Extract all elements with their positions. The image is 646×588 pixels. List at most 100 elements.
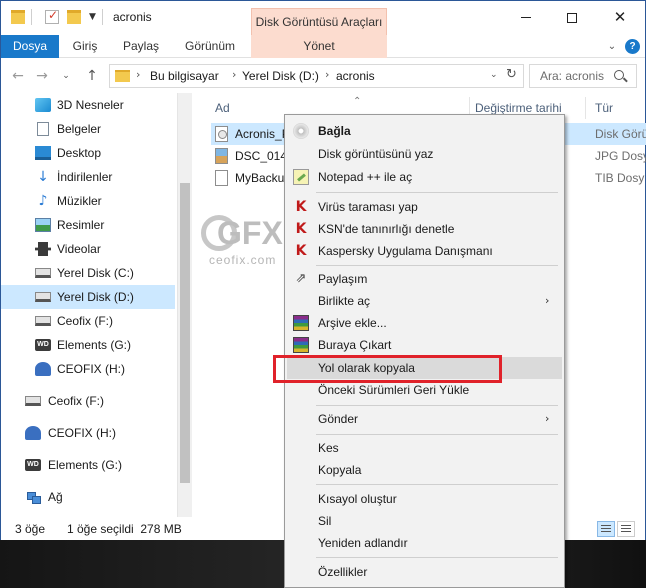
notepadpp-icon xyxy=(293,169,309,185)
menu-label: Sil xyxy=(318,514,332,528)
nav-item-videos[interactable]: Videolar xyxy=(1,237,175,261)
maximize-icon xyxy=(567,12,577,23)
nav-item-drive-h[interactable]: CEOFIX (H:) xyxy=(1,357,175,381)
menu-item-mount[interactable]: Bağla xyxy=(287,120,562,142)
close-button[interactable]: ✕ xyxy=(597,1,643,33)
context-menu: Bağla Disk görüntüsünü yaz Notepad ++ il… xyxy=(284,114,565,588)
winrar-icon xyxy=(293,337,309,353)
menu-item-cut[interactable]: Kes xyxy=(287,437,562,459)
network-icon xyxy=(25,490,41,504)
nav-label: Ağ xyxy=(48,490,63,504)
item-count: 3 öğe xyxy=(15,522,46,536)
forward-icon[interactable]: → xyxy=(33,67,51,85)
menu-item-extract-here[interactable]: Buraya Çıkart xyxy=(287,334,562,356)
details-view-icon[interactable] xyxy=(597,521,615,537)
address-bar[interactable]: › Bu bilgisayar › Yerel Disk (D:) › acro… xyxy=(109,64,524,88)
tab-share[interactable]: Paylaş xyxy=(113,35,169,58)
new-folder-icon[interactable] xyxy=(67,10,81,24)
menu-label: Özellikler xyxy=(318,565,368,579)
menu-item-send-to[interactable]: Gönder › xyxy=(287,408,562,430)
contextual-tab-header: Disk Görüntüsü Araçları xyxy=(251,8,387,35)
menu-item-properties[interactable]: Özellikler xyxy=(287,561,562,583)
documents-icon xyxy=(37,122,49,136)
nav-label: CEOFIX (H:) xyxy=(48,426,116,440)
nav-item-desktop[interactable]: Desktop xyxy=(1,141,175,165)
nav-scrollbar[interactable] xyxy=(177,93,192,517)
breadcrumb-this-pc[interactable]: Bu bilgisayar xyxy=(150,69,219,83)
nav-item-ceofix-f[interactable]: Ceofix (F:) xyxy=(1,389,175,413)
nav-item-music[interactable]: ♪ Müzikler xyxy=(1,189,175,213)
downloads-icon: ↓ xyxy=(37,169,49,185)
minimize-icon xyxy=(521,17,531,18)
menu-item-copy[interactable]: Kopyala xyxy=(287,459,562,481)
nav-item-drive-g[interactable]: WD Elements (G:) xyxy=(1,333,175,357)
menu-item-virus-scan[interactable]: K Virüs taraması yap xyxy=(287,196,562,218)
menu-item-ksn-check[interactable]: K KSN'de tanınırlığı denetle xyxy=(287,218,562,240)
expand-ribbon-icon[interactable]: ⌄ xyxy=(605,40,619,54)
column-divider[interactable] xyxy=(585,97,586,119)
customize-quick-access-icon[interactable]: ▼ xyxy=(89,12,96,22)
title-bar: ▼ acronis Disk Görüntüsü Araçları ✕ xyxy=(1,1,645,35)
breadcrumb-separator-icon: › xyxy=(136,68,141,81)
search-input[interactable]: Ara: acronis xyxy=(529,64,637,88)
properties-icon[interactable] xyxy=(45,8,59,24)
menu-label: KSN'de tanınırlığı denetle xyxy=(318,222,455,236)
refresh-icon[interactable]: ↻ xyxy=(506,67,517,82)
nav-label: Yerel Disk (C:) xyxy=(57,266,134,280)
menu-item-rename[interactable]: Yeniden adlandır xyxy=(287,532,562,554)
pictures-icon xyxy=(35,218,51,232)
menu-item-add-to-archive[interactable]: Arşive ekle... xyxy=(287,312,562,334)
scrollbar-thumb[interactable] xyxy=(180,183,190,483)
nav-item-downloads[interactable]: ↓ İndirilenler xyxy=(1,165,175,189)
large-icons-view-icon[interactable] xyxy=(617,521,635,537)
music-icon: ♪ xyxy=(38,193,48,209)
tab-home[interactable]: Giriş xyxy=(63,35,107,58)
address-row: ← → ⌄ ↑ › Bu bilgisayar › Yerel Disk (D:… xyxy=(1,59,645,93)
watermark-text: GFX xyxy=(217,215,283,251)
recent-locations-icon[interactable]: ⌄ xyxy=(57,67,75,85)
menu-separator xyxy=(316,434,558,435)
nav-item-drive-c[interactable]: Yerel Disk (C:) xyxy=(1,261,175,285)
menu-separator xyxy=(316,405,558,406)
menu-label: Kes xyxy=(318,441,339,455)
address-dropdown-icon[interactable]: ⌄ xyxy=(490,70,498,80)
menu-item-burn-disc-image[interactable]: Disk görüntüsünü yaz xyxy=(287,143,562,165)
menu-label: Gönder xyxy=(318,412,359,426)
menu-item-open-with[interactable]: Birlikte aç › xyxy=(287,290,562,312)
nav-item-drive-f[interactable]: Ceofix (F:) xyxy=(1,309,175,333)
tab-file[interactable]: Dosya xyxy=(1,35,59,58)
menu-item-kaspersky-advisor[interactable]: K Kaspersky Uygulama Danışmanı xyxy=(287,240,562,262)
menu-label: Yeniden adlandır xyxy=(318,536,408,550)
menu-item-open-notepadpp[interactable]: Notepad ++ ile aç xyxy=(287,166,562,188)
menu-item-create-shortcut[interactable]: Kısayol oluştur xyxy=(287,488,562,510)
nav-item-documents[interactable]: Belgeler xyxy=(1,117,175,141)
column-header-type[interactable]: Tür xyxy=(595,99,613,117)
menu-label: Bağla xyxy=(318,124,351,138)
tab-view[interactable]: Görünüm xyxy=(177,35,243,58)
minimize-button[interactable] xyxy=(503,1,549,33)
nav-item-elements-g[interactable]: WD Elements (G:) xyxy=(1,453,175,477)
column-label: Ad xyxy=(215,101,230,115)
menu-separator xyxy=(316,484,558,485)
search-icon xyxy=(614,70,624,80)
nav-item-ceofix-h[interactable]: CEOFIX (H:) xyxy=(1,421,175,445)
back-icon[interactable]: ← xyxy=(9,67,27,85)
nav-item-pictures[interactable]: Resimler xyxy=(1,213,175,237)
nav-item-3d-objects[interactable]: 3D Nesneler xyxy=(1,93,175,117)
menu-item-share[interactable]: ⇗ Paylaşım xyxy=(287,268,562,290)
up-icon[interactable]: ↑ xyxy=(83,67,101,85)
close-icon: ✕ xyxy=(613,8,627,26)
nav-item-drive-d[interactable]: Yerel Disk (D:) xyxy=(1,285,175,309)
navigation-pane: 3D Nesneler Belgeler Desktop ↓ İndirilen… xyxy=(1,93,177,517)
cd-drive-icon xyxy=(35,362,51,376)
maximize-button[interactable] xyxy=(549,1,595,33)
nav-item-network[interactable]: Ağ xyxy=(1,485,175,509)
menu-item-delete[interactable]: Sil xyxy=(287,510,562,532)
drive-icon xyxy=(25,396,41,406)
help-icon[interactable]: ? xyxy=(625,39,640,54)
column-header-name[interactable]: Ad ⌃ xyxy=(215,96,361,117)
tab-manage[interactable]: Yönet xyxy=(251,35,387,58)
breadcrumb-acronis[interactable]: acronis xyxy=(336,69,375,83)
drive-icon xyxy=(35,292,51,302)
breadcrumb-drive-d[interactable]: Yerel Disk (D:) xyxy=(242,69,319,83)
